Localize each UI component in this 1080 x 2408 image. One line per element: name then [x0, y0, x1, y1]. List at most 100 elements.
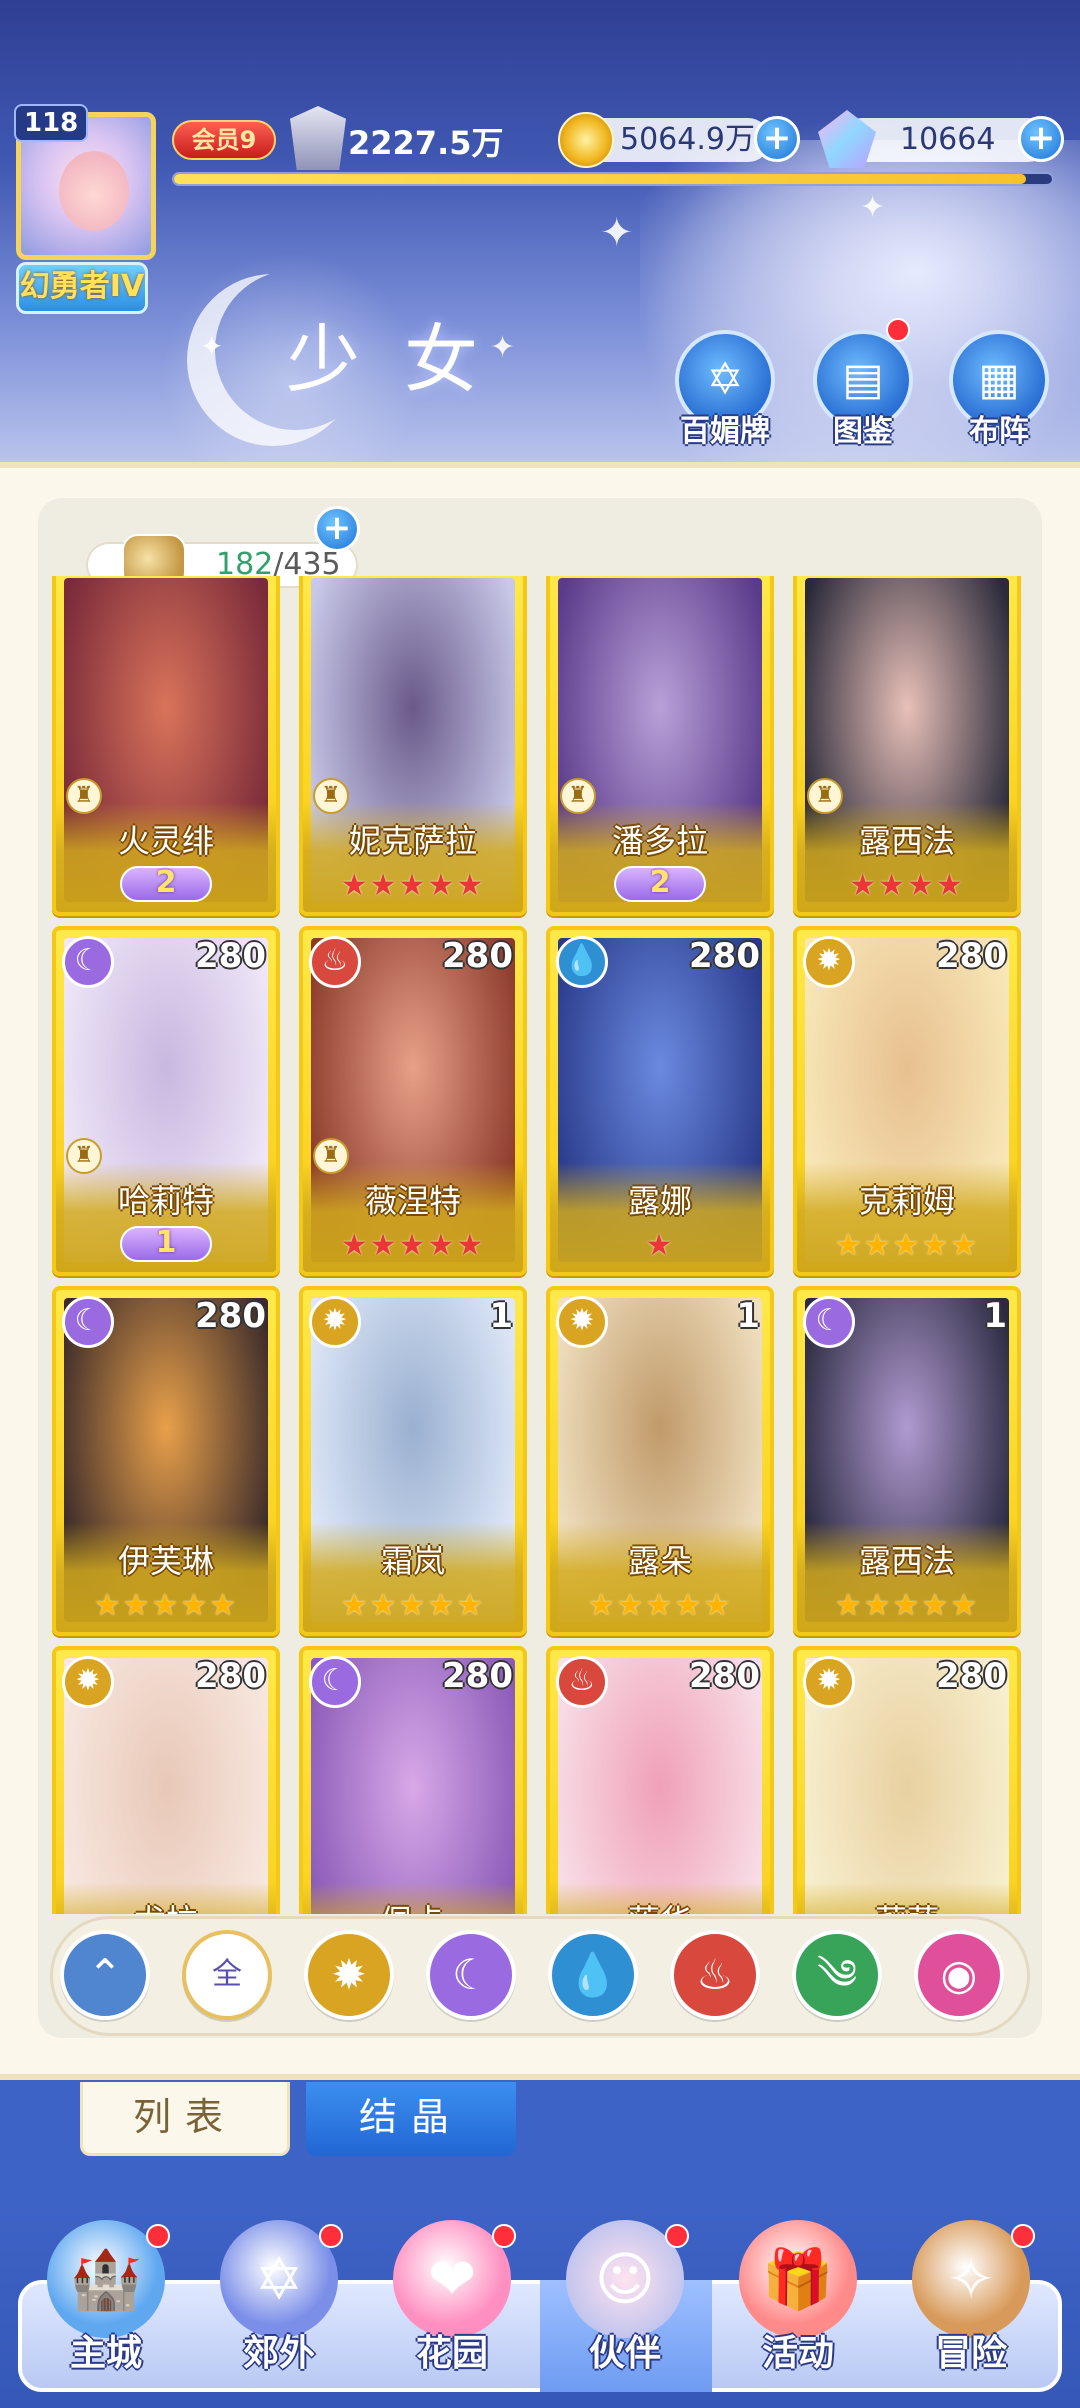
feature-label: 百媚牌 [680, 414, 770, 449]
moon-icon: ☾ [452, 1950, 490, 1999]
card-name: 伊芙琳 [117, 1542, 214, 1580]
vip-badge[interactable]: 会员9 [172, 120, 276, 160]
card-name: 薇涅特 [364, 1182, 461, 1220]
notification-dot [319, 2224, 343, 2248]
moon-element-icon: ☾ [62, 1296, 114, 1348]
partner-card[interactable]: ✹ 280 克莉姆 ★★★★★ [793, 926, 1021, 1276]
gift-icon: 🎁 [739, 2220, 857, 2338]
card-level: 1 [736, 1296, 760, 1336]
nav-item-gift[interactable]: 🎁 活动 [718, 2220, 878, 2400]
nav-label: 郊外 [242, 2333, 315, 2374]
card-name: 克莉姆 [858, 1182, 955, 1220]
partner-card[interactable]: ☾ 280 ♜ 哈莉特 1 [52, 926, 280, 1276]
notification-dot [146, 2224, 170, 2248]
filter-all-button[interactable]: 全 [182, 1930, 272, 2020]
partner-card[interactable]: ♜ 火灵绯 2 [52, 576, 280, 916]
partner-card[interactable]: ☾ 1 露西法 ★★★★★ [793, 1286, 1021, 1636]
partner-card[interactable]: ✹280尤拉1 [52, 1646, 280, 1914]
card-level: 280 [195, 1296, 266, 1336]
partner-card[interactable]: ☾280佩卡1 [299, 1646, 527, 1914]
partner-card[interactable]: ♜ 潘多拉 2 [546, 576, 774, 916]
class-chess-icon: ♜ [313, 778, 349, 814]
feature-button-codex[interactable]: ▤ 图鉴 [808, 330, 918, 450]
sparkle-icon: ✦ [600, 210, 634, 256]
player-rank-badge[interactable]: 幻勇者IV [16, 262, 148, 314]
partner-card[interactable]: ✹ 1 露朵 ★★★★★ [546, 1286, 774, 1636]
header: ✦ ✦ ✦ ✦ 118 幻勇者IV 会员9 2227.5万 5064.9万 + … [0, 0, 1080, 462]
collapse-icon: ⌃ [87, 1950, 123, 1999]
card-stars: ★★★★★ [340, 868, 486, 903]
sun-element-icon: ✹ [309, 1296, 361, 1348]
card-name: 霜岚 [380, 1542, 445, 1580]
card-name: 露西法 [858, 822, 955, 860]
card-name: 莉萨 [797, 1896, 1017, 1914]
partner-card[interactable]: ♨280莲华1 [546, 1646, 774, 1914]
exp-bar [172, 172, 1054, 186]
sun-element-icon: ✹ [62, 1656, 114, 1708]
notification-dot [1011, 2224, 1035, 2248]
card-stars: ★★★★★ [340, 1228, 486, 1263]
card-name: 火灵绯 [117, 822, 214, 860]
card-level: 280 [442, 936, 513, 976]
card-level: 1 [983, 1296, 1007, 1336]
class-chess-icon: ♜ [560, 778, 596, 814]
player-avatar[interactable]: 118 [8, 104, 156, 260]
nav-item-castle[interactable]: 🏰 主城 [26, 2220, 186, 2400]
card-stars: ★★★★★ [834, 1228, 980, 1263]
card-level: 280 [936, 1656, 1007, 1696]
moon-element-icon: ☾ [62, 936, 114, 988]
nav-item-compass[interactable]: ✧ 冒险 [891, 2220, 1051, 2400]
notification-dot [492, 2224, 516, 2248]
card-stars: ★★★★ [849, 868, 965, 903]
gold-value: 5064.9万 [620, 122, 755, 157]
notification-dot [665, 2224, 689, 2248]
nav-item-partner[interactable]: ☺ 伙伴 [545, 2220, 705, 2400]
card-stars: ★★★★★ [93, 1588, 239, 1623]
add-gold-button[interactable]: + [754, 116, 800, 162]
card-level: 280 [195, 936, 266, 976]
tab-list[interactable]: 列表 [80, 2082, 290, 2156]
sun-icon: ✹ [331, 1950, 367, 1999]
exp-bar-fill [174, 174, 1026, 184]
partner-card[interactable]: ♜ 妮克萨拉 ★★★★★ [299, 576, 527, 916]
nav-label: 伙伴 [588, 2333, 661, 2374]
sparkle-icon: ✦ [860, 190, 886, 225]
filter-water-button[interactable]: 💧 [548, 1930, 638, 2020]
filter-moon-button[interactable]: ☾ [426, 1930, 516, 2020]
class-chess-icon: ♜ [807, 778, 843, 814]
sun-element-icon: ✹ [803, 1656, 855, 1708]
sun-element-icon: ✹ [556, 1296, 608, 1348]
nav-item-heart[interactable]: ❤ 花园 [372, 2220, 532, 2400]
card-name: 露朵 [627, 1542, 692, 1580]
nav-item-gate[interactable]: ✡ 郊外 [199, 2220, 359, 2400]
feature-label: 布阵 [969, 414, 1029, 449]
card-name: 露娜 [627, 1182, 692, 1220]
card-rank-wing: 2 [56, 866, 276, 902]
nav-label: 冒险 [934, 2333, 1007, 2374]
tab-crystal[interactable]: 结晶 [306, 2082, 516, 2156]
feature-button-charm-cards[interactable]: ✡ 百媚牌 [670, 330, 780, 450]
moon-element-icon: ☾ [309, 1656, 361, 1708]
partner-card[interactable]: ☾ 280 伊芙琳 ★★★★★ [52, 1286, 280, 1636]
filter-dark-button[interactable]: ◉ [914, 1930, 1004, 2020]
card-name: 莲华 [550, 1896, 770, 1914]
partner-card[interactable]: ✹ 1 霜岚 ★★★★★ [299, 1286, 527, 1636]
filter-sun-button[interactable]: ✹ [304, 1930, 394, 2020]
card-level: 280 [936, 936, 1007, 976]
power-value: 2227.5万 [348, 124, 504, 162]
filter-collapse-button[interactable]: ⌃ [60, 1930, 150, 2020]
partner-card[interactable]: ✹280莉萨★★★★ [793, 1646, 1021, 1914]
card-level: 280 [442, 1656, 513, 1696]
feature-button-formation[interactable]: ▦ 布阵 [944, 330, 1054, 450]
power-shield-icon [290, 106, 346, 170]
add-gems-button[interactable]: + [1018, 116, 1064, 162]
card-rank-wing: 1 [56, 1226, 276, 1262]
bottom-nav: 🏰 主城 ✡ 郊外 ❤ 花园 ☺ 伙伴 🎁 活动 ✧ 冒险 [0, 2200, 1080, 2408]
partner-card[interactable]: ♜ 露西法 ★★★★ [793, 576, 1021, 916]
partner-card[interactable]: 💧 280 露娜 ★ [546, 926, 774, 1276]
filter-wind-button[interactable]: ༄ [792, 1930, 882, 2020]
filter-fire-button[interactable]: ♨ [670, 1930, 760, 2020]
expand-capacity-button[interactable]: + [314, 506, 360, 552]
class-chess-icon: ♜ [66, 778, 102, 814]
partner-card[interactable]: ♨ 280 ♜ 薇涅特 ★★★★★ [299, 926, 527, 1276]
